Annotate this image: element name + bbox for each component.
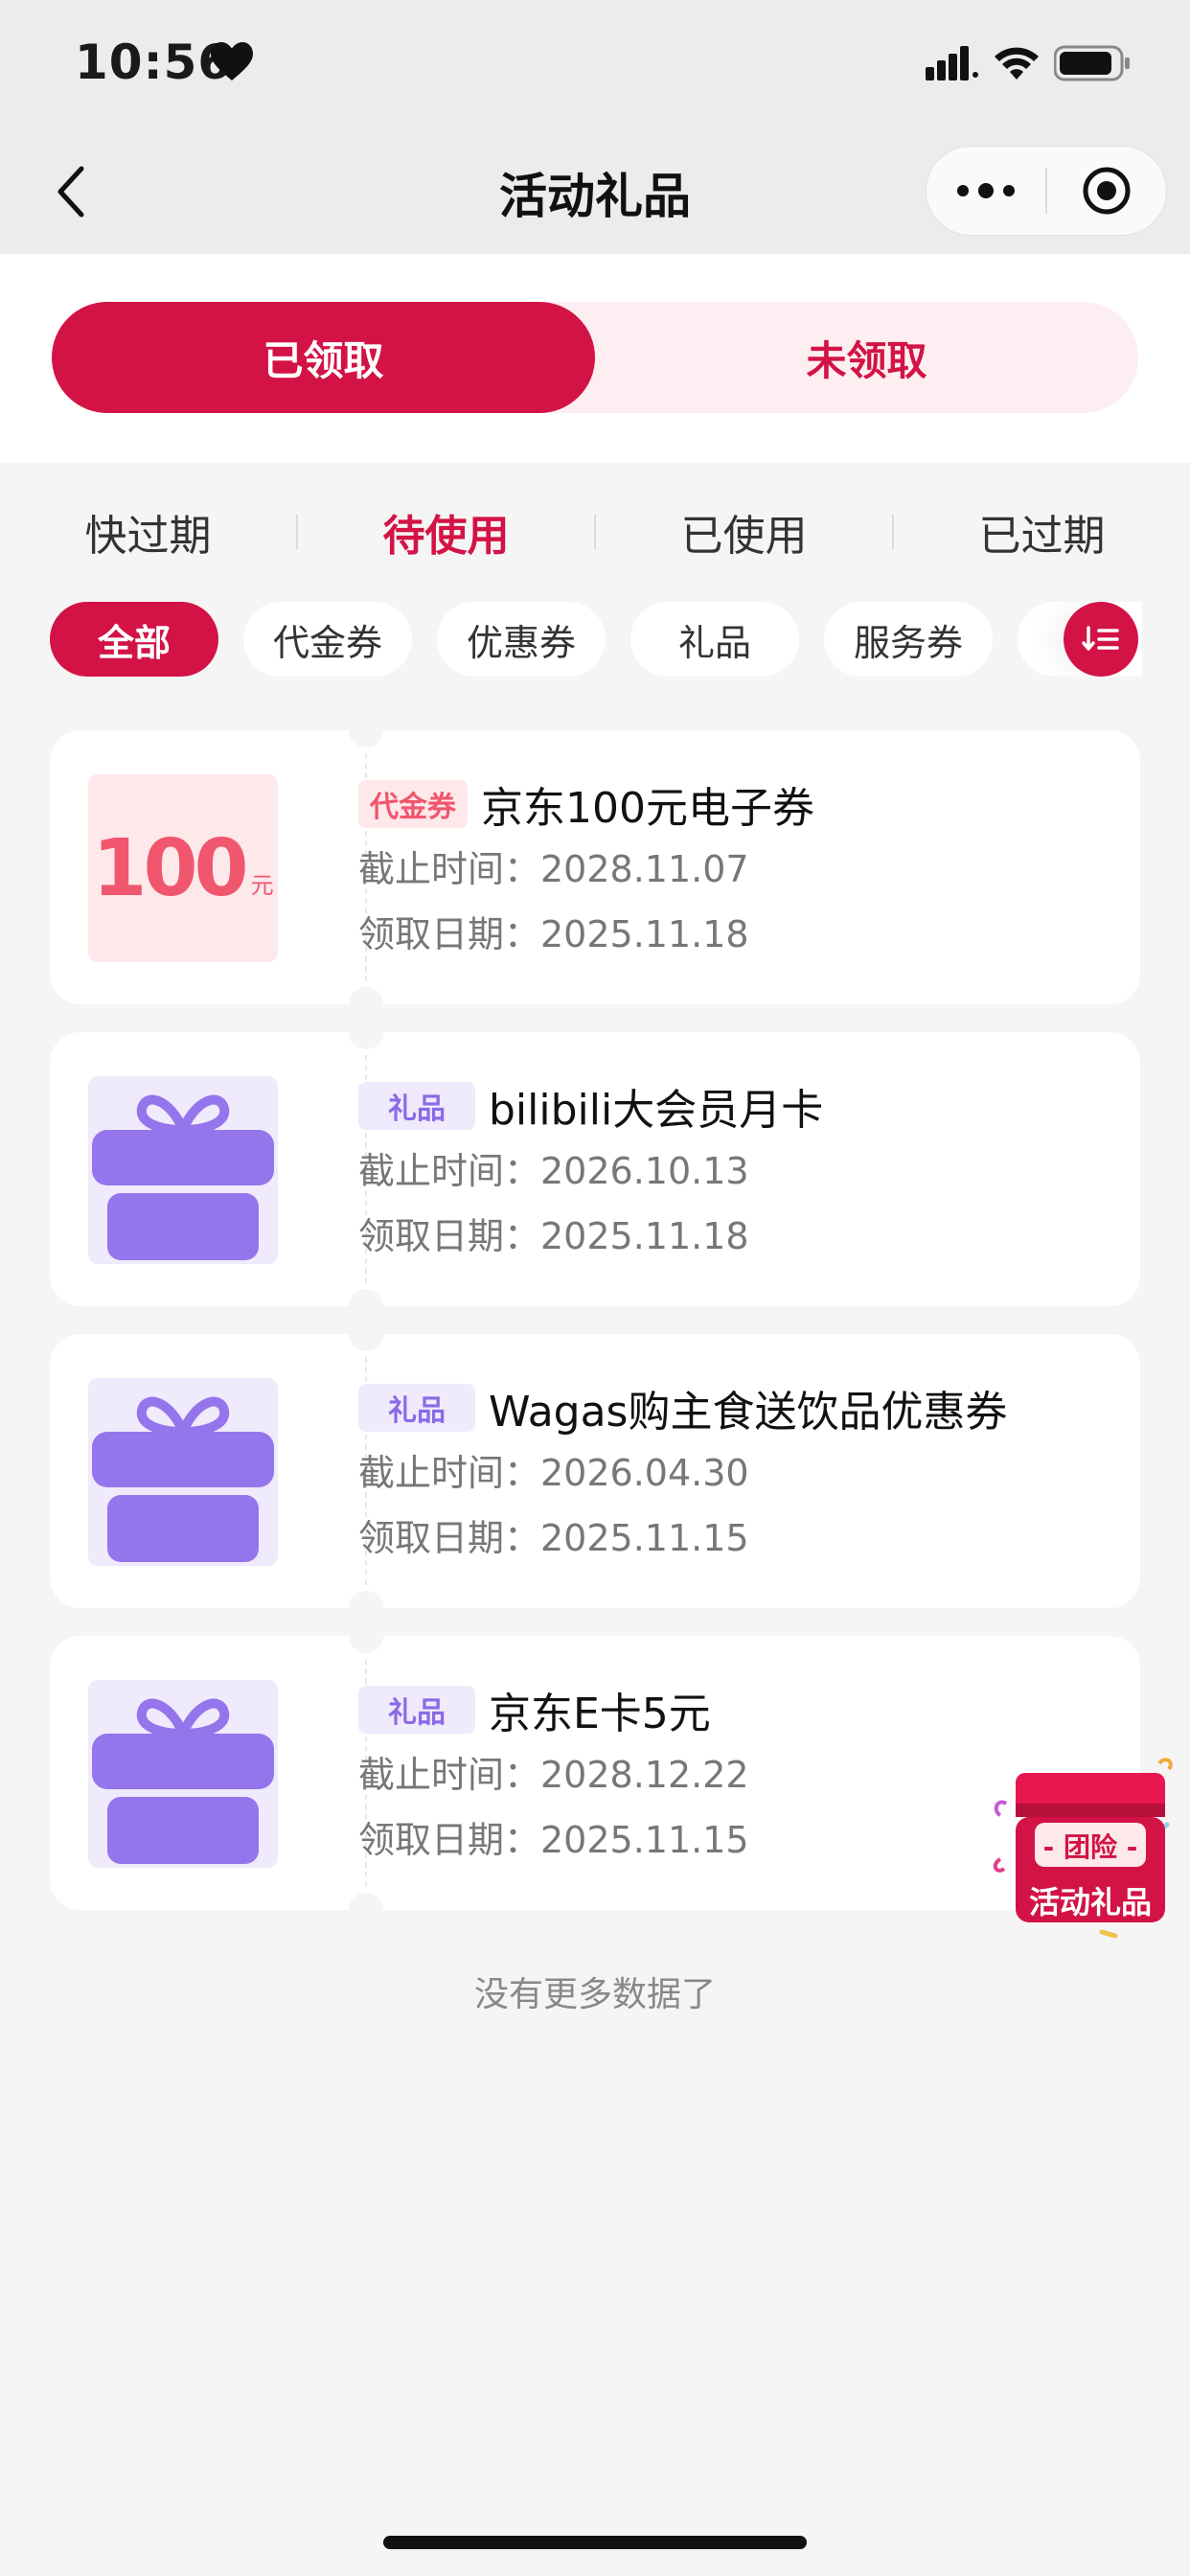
gift-thumbnail: [88, 1378, 278, 1566]
card-info: 代金券 京东100元电子券 截止时间：2028.11.07 领取日期：2025.…: [358, 778, 1121, 960]
claim-segment: 已领取 未领取: [52, 302, 1138, 413]
more-dots-icon: [957, 183, 1015, 198]
card-title: bilibili大会员月卡: [489, 1086, 824, 1135]
card-title: 京东100元电子券: [481, 784, 814, 833]
card-notch: [349, 1893, 383, 1927]
chip-cash-voucher[interactable]: 代金券: [243, 602, 412, 677]
battery-icon: [1054, 45, 1130, 81]
home-indicator: [383, 2536, 807, 2549]
received-date-text: 领取日期：2025.11.15: [358, 1517, 749, 1559]
target-icon: [1083, 167, 1131, 215]
gift-card[interactable]: 礼品 京东E卡5元 截止时间：2028.12.22 领取日期：2025.11.1…: [50, 1619, 1140, 1927]
tab-used[interactable]: 已使用: [596, 501, 892, 563]
close-miniprogram-button[interactable]: [1047, 146, 1166, 236]
type-tag: 礼品: [358, 1686, 475, 1734]
filter-chips: 全部 代金券 优惠券 礼品 服务券 卡: [50, 602, 1142, 678]
claim-segment-area: 已领取 未领取: [0, 254, 1190, 463]
gift-card[interactable]: 礼品 Wagas购主食送饮品优惠券 截止时间：2026.04.30 领取日期：2…: [50, 1317, 1140, 1625]
chip-discount-coupon[interactable]: 优惠券: [437, 602, 606, 677]
card-title: 京东E卡5元: [489, 1690, 711, 1738]
wifi-icon: [995, 47, 1039, 80]
type-tag: 礼品: [358, 1384, 475, 1432]
gift-card[interactable]: 100 元 代金券 京东100元电子券 截止时间：2028.11.07 领取日期…: [50, 713, 1140, 1022]
card-title: Wagas购主食送饮品优惠券: [489, 1388, 1008, 1437]
chip-all[interactable]: 全部: [50, 602, 218, 677]
tab-to-use[interactable]: 待使用: [298, 501, 594, 563]
coupon-unit: 元: [250, 871, 274, 899]
activity-gift-float-button[interactable]: - 团险 - 活动礼品: [987, 1744, 1190, 1945]
received-date-text: 领取日期：2025.11.18: [358, 1215, 749, 1257]
segment-unclaimed[interactable]: 未领取: [595, 302, 1138, 413]
sort-icon: [1082, 626, 1119, 651]
chip-gift[interactable]: 礼品: [630, 602, 799, 677]
card-info: 礼品 bilibili大会员月卡 截止时间：2026.10.13 领取日期：20…: [358, 1080, 1121, 1262]
card-notch: [349, 1015, 383, 1049]
mini-program-capsule: [926, 146, 1167, 236]
card-info: 礼品 Wagas购主食送饮品优惠券 截止时间：2026.04.30 领取日期：2…: [358, 1382, 1121, 1564]
gift-card[interactable]: 礼品 bilibili大会员月卡 截止时间：2026.10.13 领取日期：20…: [50, 1015, 1140, 1323]
signal-icon: [926, 46, 978, 80]
no-more-data-text: 没有更多数据了: [473, 1975, 716, 2014]
deadline-text: 截止时间：2026.10.13: [358, 1150, 749, 1192]
type-tag: 礼品: [358, 1082, 475, 1130]
coupon-thumbnail: 100 元: [88, 774, 278, 962]
tab-expiring-soon[interactable]: 快过期: [0, 501, 296, 563]
badge-line2: 活动礼品: [1028, 1884, 1152, 1920]
card-notch: [349, 1317, 383, 1351]
status-tabs: 快过期 待使用 已使用 已过期: [0, 479, 1190, 585]
gift-thumbnail: [88, 1680, 278, 1868]
gift-box-icon: [92, 1396, 274, 1562]
chip-service-voucher[interactable]: 服务券: [824, 602, 993, 677]
received-date-text: 领取日期：2025.11.18: [358, 913, 749, 955]
sort-button[interactable]: [1064, 602, 1138, 677]
status-bar: 10:56: [0, 0, 1190, 129]
deadline-text: 截止时间：2028.11.07: [358, 848, 749, 890]
type-tag: 代金券: [358, 780, 468, 828]
gift-box-icon: [92, 1698, 274, 1864]
tab-expired[interactable]: 已过期: [894, 501, 1190, 563]
gift-box-icon: [92, 1094, 274, 1260]
more-button[interactable]: [927, 146, 1045, 236]
segment-claimed[interactable]: 已领取: [52, 302, 595, 413]
badge-line1: - 团险 -: [1042, 1831, 1138, 1863]
coupon-amount: 100: [92, 822, 248, 914]
nav-bar: 活动礼品: [0, 129, 1190, 254]
card-notch: [349, 713, 383, 748]
gift-thumbnail: [88, 1076, 278, 1264]
deadline-text: 截止时间：2026.04.30: [358, 1452, 749, 1494]
card-notch: [349, 1619, 383, 1653]
heart-icon: [211, 42, 253, 80]
